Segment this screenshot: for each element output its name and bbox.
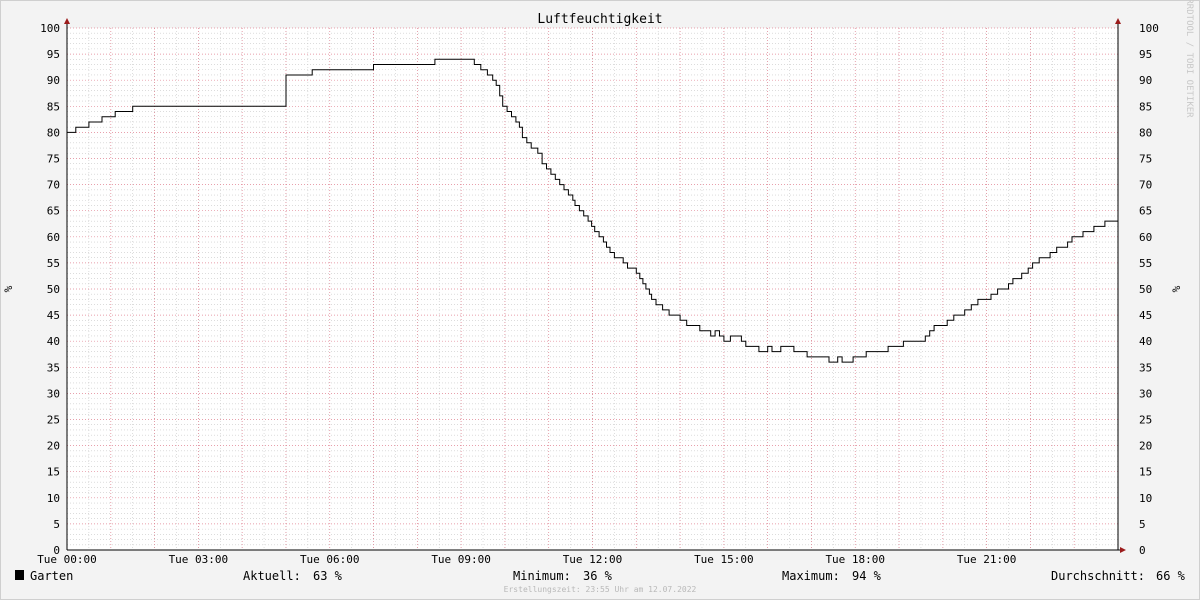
watermark: RRDTOOL / TOBI OETIKER [1184,0,1194,118]
legend-durchschnitt-label: Durchschnitt: [1051,569,1145,583]
x-tick-label: Tue 00:00 [37,553,97,566]
x-tick-label: Tue 09:00 [431,553,491,566]
legend-minimum-value: 36 % [583,569,613,583]
legend-aktuell-value: 63 % [313,569,343,583]
y-tick-label-right: 90 [1139,74,1152,87]
y-tick-label-left: 70 [47,179,60,192]
y-axis-label-left: % [2,285,15,292]
y-tick-label-left: 65 [47,205,60,218]
y-tick-label-left: 80 [47,126,60,139]
y-tick-label-left: 35 [47,361,60,374]
x-tick-label: Tue 21:00 [957,553,1017,566]
legend-minimum-label: Minimum: [513,569,571,583]
x-tick-label: Tue 18:00 [825,553,885,566]
legend-swatch-garten [15,570,24,580]
y-tick-label-left: 40 [47,335,60,348]
y-tick-label-left: 50 [47,283,60,296]
y-tick-label-right: 45 [1139,309,1152,322]
y-tick-label-right: 85 [1139,100,1152,113]
y-tick-label-left: 30 [47,387,60,400]
x-tick-label: Tue 15:00 [694,553,754,566]
y-tick-label-left: 45 [47,309,60,322]
legend-maximum-label: Maximum: [782,569,840,583]
y-tick-label-right: 15 [1139,466,1152,479]
y-tick-label-right: 40 [1139,335,1152,348]
y-tick-label-left: 100 [40,22,60,35]
y-tick-label-right: 70 [1139,179,1152,192]
y-tick-label-left: 15 [47,466,60,479]
y-tick-label-left: 20 [47,440,60,453]
y-axis-label-right: % [1170,285,1183,292]
legend-durchschnitt-value: 66 % [1156,569,1186,583]
legend-aktuell-label: Aktuell: [243,569,301,583]
chart-title: Luftfeuchtigkeit [537,12,662,27]
y-tick-label-right: 100 [1139,22,1159,35]
y-tick-label-left: 25 [47,414,60,427]
y-tick-label-left: 95 [47,48,60,61]
y-tick-label-right: 5 [1139,518,1146,531]
footer-created: Erstellungszeit: 23:55 Uhr am 12.07.2022 [504,585,697,594]
y-tick-label-left: 10 [47,492,60,505]
x-tick-label: Tue 06:00 [300,553,360,566]
y-tick-label-right: 75 [1139,153,1152,166]
y-tick-label-left: 75 [47,153,60,166]
y-tick-label-left: 90 [47,74,60,87]
y-tick-label-left: 55 [47,257,60,270]
y-tick-label-right: 95 [1139,48,1152,61]
legend-series-name: Garten [30,569,73,583]
y-tick-label-right: 80 [1139,126,1152,139]
y-tick-label-left: 85 [47,100,60,113]
y-tick-label-right: 50 [1139,283,1152,296]
y-tick-label-right: 55 [1139,257,1152,270]
y-tick-label-right: 60 [1139,231,1152,244]
y-tick-label-right: 35 [1139,361,1152,374]
y-tick-label-right: 10 [1139,492,1152,505]
rrd-graph: 0 5 10 15 20 25 30 35 40 45 50 55 60 65 70 75 80 85 90 95 10… [0,0,1200,600]
y-tick-label-right: 20 [1139,440,1152,453]
y-tick-label-left: 60 [47,231,60,244]
legend-maximum-value: 94 % [852,569,882,583]
y-tick-label-right: 25 [1139,414,1152,427]
y-tick-label-right: 0 [1139,544,1146,557]
y-tick-label-right: 65 [1139,205,1152,218]
x-tick-label: Tue 12:00 [563,553,623,566]
y-tick-label-left: 5 [53,518,60,531]
y-tick-label-right: 30 [1139,387,1152,400]
chart-svg: 0 5 10 15 20 25 30 35 40 45 50 55 60 65 70 75 80 85 90 95 10… [0,0,1200,600]
x-tick-label: Tue 03:00 [169,553,229,566]
